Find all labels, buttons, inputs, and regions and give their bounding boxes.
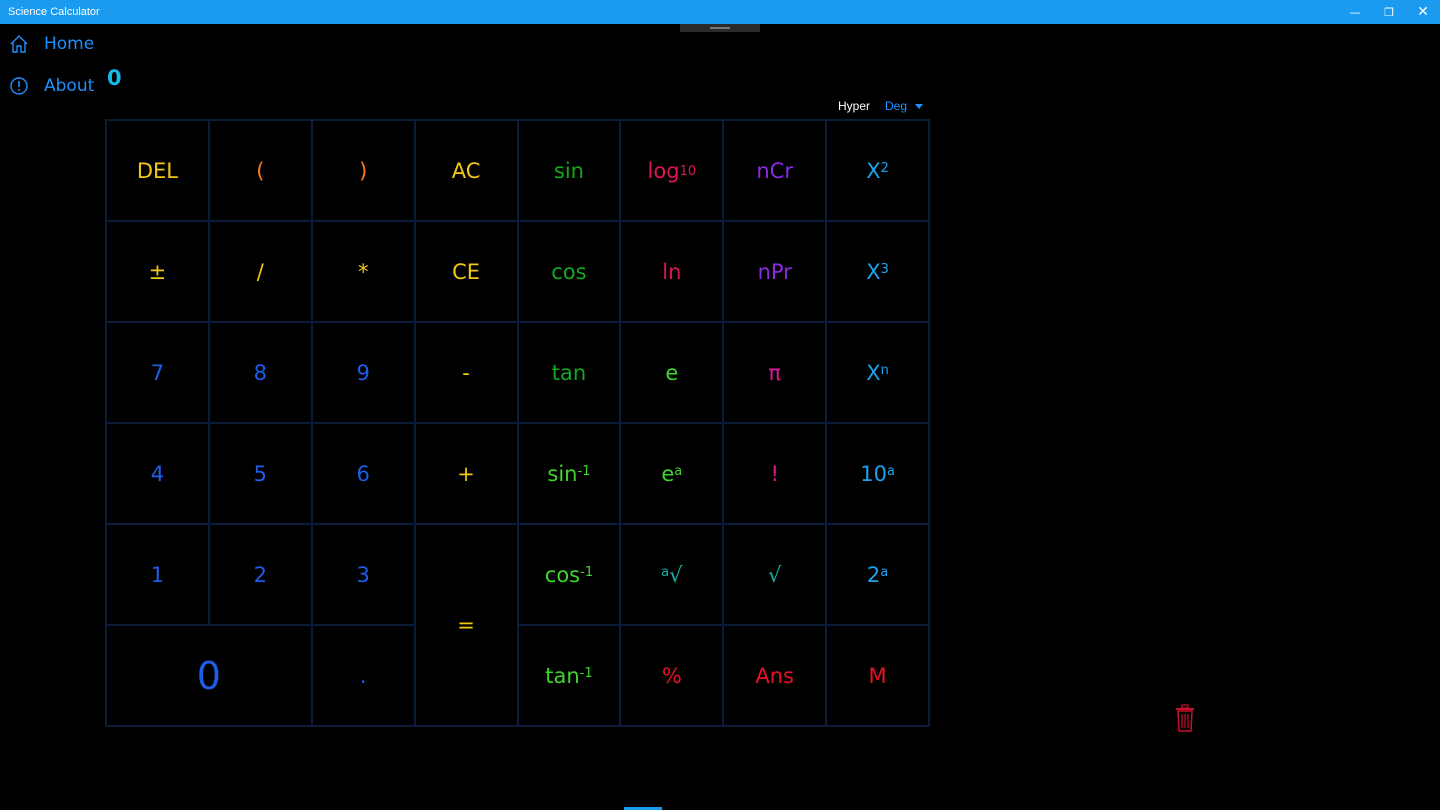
key-3[interactable]: 3: [311, 524, 415, 625]
key-x-exp: 2: [880, 161, 889, 176]
key-arccos[interactable]: cos -1: [517, 524, 621, 625]
key-multiply[interactable]: *: [311, 221, 415, 322]
key-x-base: X: [866, 360, 881, 385]
key-x-exp: n: [880, 363, 889, 378]
key-nth-root[interactable]: a √: [620, 524, 724, 625]
key-1[interactable]: 1: [106, 524, 209, 625]
drag-handle[interactable]: [680, 24, 760, 32]
nav-home-label: Home: [44, 34, 95, 54]
angle-mode-label: Deg: [885, 99, 908, 113]
key-log-sub: 10: [679, 164, 697, 179]
key-ncr[interactable]: nCr: [723, 120, 827, 221]
key-factorial[interactable]: !: [723, 423, 827, 524]
key-pi[interactable]: π: [723, 322, 827, 423]
home-icon: [8, 33, 30, 55]
key-e-base: e: [661, 461, 675, 486]
key-x-base: X: [866, 158, 881, 183]
key-inverse-sup: -1: [579, 666, 593, 681]
key-inverse-sup: -1: [580, 565, 594, 580]
key-cos[interactable]: cos: [517, 221, 621, 322]
title-bar: Science Calculator — ❐ ✕: [0, 0, 1440, 24]
key-x-cubed[interactable]: X3: [826, 221, 929, 322]
key-8[interactable]: 8: [208, 322, 312, 423]
key-npr[interactable]: nPr: [723, 221, 827, 322]
key-decimal[interactable]: .: [311, 625, 415, 726]
chevron-down-icon: [915, 103, 924, 109]
key-fn-label: tan: [545, 663, 580, 688]
keypad: DEL ( ) AC sin log 10 nCr X2 ± / * CE cos…: [105, 119, 930, 727]
key-ten-power-a[interactable]: 10 a: [826, 423, 929, 524]
key-two-power-a[interactable]: 2a: [826, 524, 929, 625]
key-e[interactable]: e: [620, 322, 724, 423]
key-sin[interactable]: sin: [517, 120, 621, 221]
key-del[interactable]: DEL: [106, 120, 209, 221]
restore-icon[interactable]: ❐: [1372, 0, 1406, 24]
key-two-base: 2: [866, 562, 881, 587]
key-2[interactable]: 2: [208, 524, 312, 625]
key-root-symbol: √: [669, 562, 683, 587]
key-a-sup: a: [880, 565, 889, 580]
key-a-sup: a: [886, 464, 895, 479]
key-0[interactable]: 0: [106, 625, 312, 726]
key-tan[interactable]: tan: [517, 322, 621, 423]
hyper-toggle[interactable]: Hyper: [838, 99, 870, 113]
key-4[interactable]: 4: [106, 423, 209, 524]
key-open-paren[interactable]: (: [208, 120, 312, 221]
key-x-exp: 3: [880, 262, 889, 277]
key-x-squared[interactable]: X2: [826, 120, 929, 221]
minimize-icon[interactable]: —: [1338, 0, 1372, 24]
key-fn-label: cos: [544, 562, 581, 587]
key-percent[interactable]: %: [620, 625, 724, 726]
key-a-sup: a: [661, 565, 670, 580]
key-arcsin[interactable]: sin -1: [517, 423, 621, 524]
key-inverse-sup: -1: [577, 464, 591, 479]
key-log10[interactable]: log 10: [620, 120, 724, 221]
nav-about[interactable]: About: [8, 75, 94, 97]
key-e-power-a[interactable]: ea: [620, 423, 724, 524]
key-ce[interactable]: CE: [414, 221, 518, 322]
close-icon[interactable]: ✕: [1406, 0, 1440, 24]
display-value: 0: [107, 66, 122, 90]
key-6[interactable]: 6: [311, 423, 415, 524]
key-fn-label: sin: [547, 461, 578, 486]
angle-mode-dropdown[interactable]: Deg: [885, 99, 924, 113]
key-5[interactable]: 5: [208, 423, 312, 524]
key-plus[interactable]: +: [414, 423, 518, 524]
key-equals[interactable]: =: [414, 524, 518, 726]
key-log-label: log: [647, 158, 680, 183]
key-close-paren[interactable]: ): [311, 120, 415, 221]
key-x-base: X: [866, 259, 881, 284]
key-ans[interactable]: Ans: [723, 625, 827, 726]
key-divide[interactable]: /: [208, 221, 312, 322]
trash-icon[interactable]: [1174, 703, 1196, 733]
info-icon: [8, 75, 30, 97]
key-7[interactable]: 7: [106, 322, 209, 423]
key-a-sup: a: [674, 464, 683, 479]
key-arctan[interactable]: tan -1: [517, 625, 621, 726]
key-square-root[interactable]: √: [723, 524, 827, 625]
key-minus[interactable]: -: [414, 322, 518, 423]
key-ac[interactable]: AC: [414, 120, 518, 221]
key-ten-base: 10: [860, 461, 887, 486]
window-title: Science Calculator: [8, 6, 100, 18]
key-ln[interactable]: ln: [620, 221, 724, 322]
nav-home[interactable]: Home: [8, 33, 94, 55]
key-x-power-n[interactable]: Xn: [826, 322, 929, 423]
key-plus-minus[interactable]: ±: [106, 221, 209, 322]
key-memory[interactable]: M: [826, 625, 929, 726]
key-9[interactable]: 9: [311, 322, 415, 423]
nav-about-label: About: [44, 76, 95, 96]
